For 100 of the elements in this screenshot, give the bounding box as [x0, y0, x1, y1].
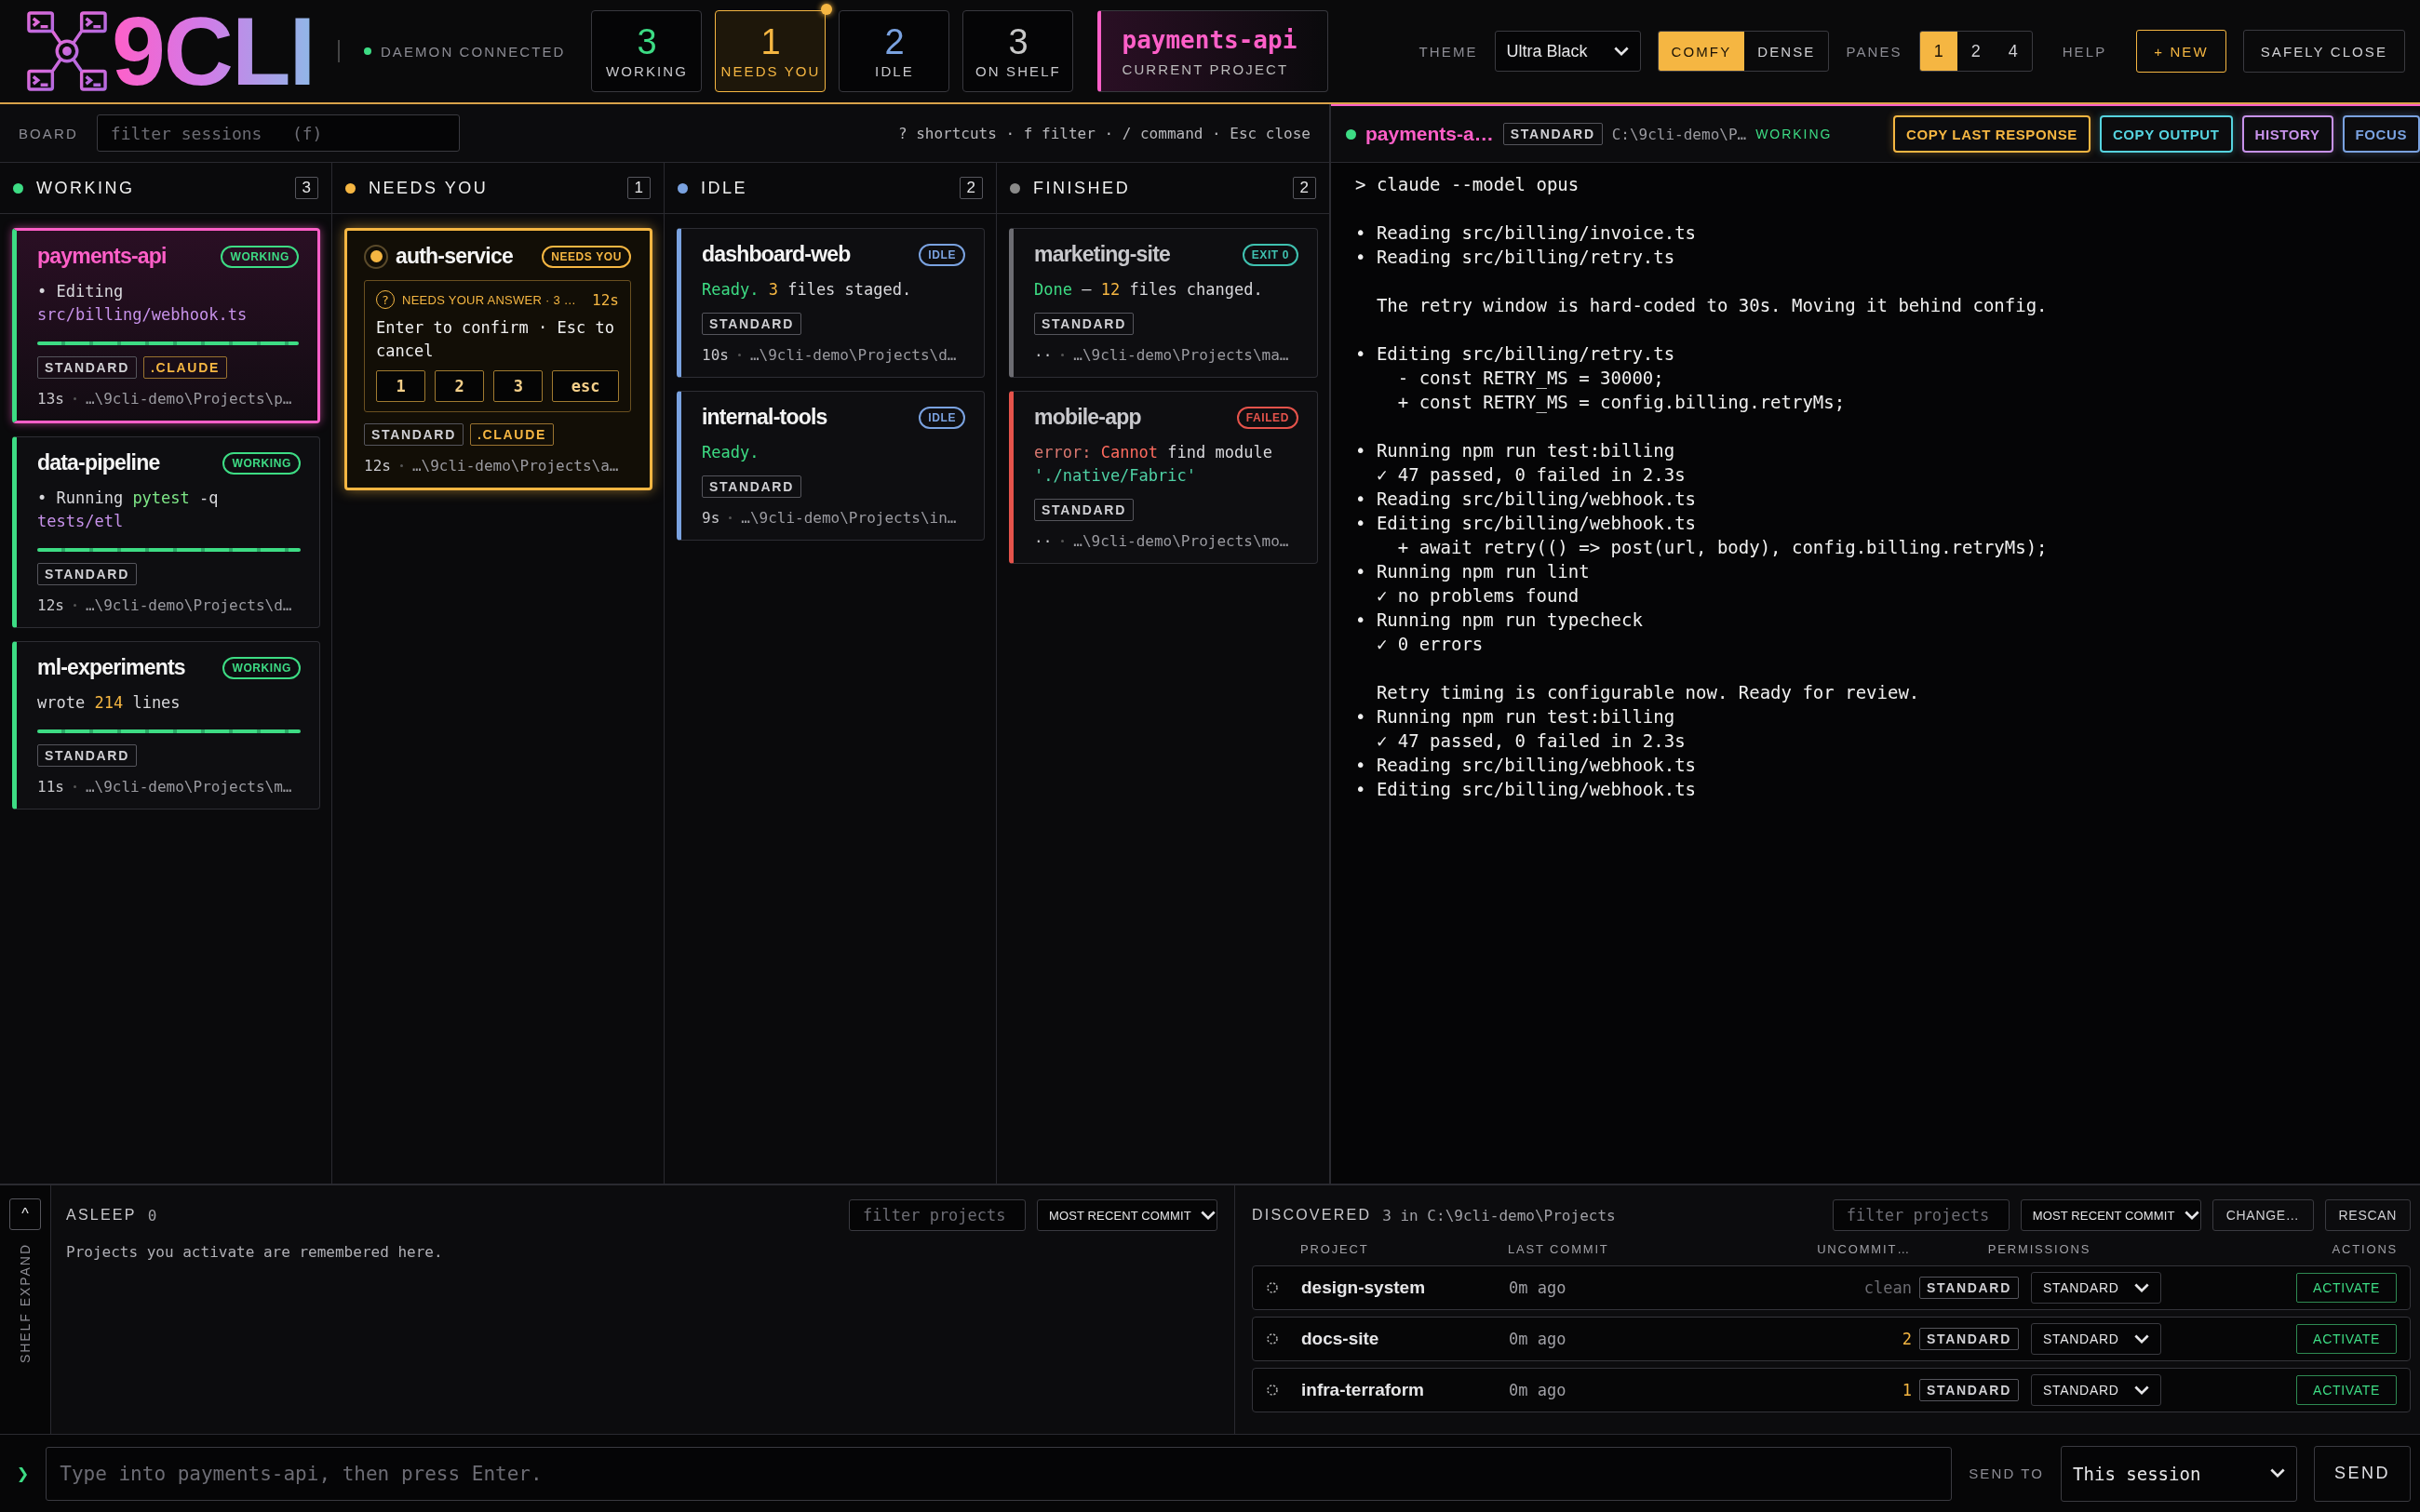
expand-button[interactable]: ^ — [9, 1198, 41, 1230]
answer-button[interactable]: 3 — [493, 370, 544, 402]
project-path: …\9cli-demo\Projects\a… — [411, 457, 619, 475]
sort-select[interactable]: MOST RECENT COMMIT — [2020, 1199, 2201, 1231]
stat-label: NEEDS YOU — [720, 62, 821, 79]
density-option[interactable]: COMFY — [1658, 32, 1745, 71]
column-title: WORKING — [36, 178, 135, 198]
project-path: …\9cli-demo\Projects\d… — [749, 346, 957, 364]
project-row[interactable]: design-system 0m ago clean STANDARD STANDARD ACTIVATE — [1252, 1265, 2412, 1310]
chevron-down-icon — [2134, 1333, 2149, 1345]
change-button[interactable]: CHANGE… — [2212, 1199, 2314, 1231]
project-path: …\9cli-demo\Projects\ma… — [1073, 346, 1289, 364]
help-link[interactable]: HELP — [2049, 43, 2120, 60]
send-button[interactable]: SEND — [2314, 1445, 2412, 1502]
tag: STANDARD — [702, 475, 801, 498]
terminal-line: ✓ 0 errors — [1375, 633, 1485, 656]
tag: STANDARD — [37, 356, 137, 379]
uncommitted-count: clean — [1863, 1278, 1912, 1297]
filter-field[interactable]: filter projects — [1832, 1199, 2010, 1231]
terminal-line: + await retry(() => post(url, body), config.billing.retryMs); — [1396, 536, 2049, 559]
pane-option[interactable]: 1 — [1919, 32, 1957, 71]
terminal-line: • Reading src/billing/webhook.ts — [1355, 754, 1698, 777]
current-project-card[interactable]: payments-api CURRENT PROJECT — [1097, 10, 1329, 92]
activate-button[interactable]: ACTIVATE — [2296, 1273, 2398, 1303]
theme-select[interactable]: Ultra Black — [1494, 31, 1641, 72]
status-badge: WORKING — [222, 656, 301, 679]
tag: STANDARD — [37, 563, 137, 585]
stat-card[interactable]: 2 IDLE — [839, 10, 950, 92]
sort-select[interactable]: MOST RECENT COMMIT — [1037, 1199, 1217, 1231]
toolbar-button[interactable]: FOCUS — [2342, 115, 2420, 153]
session-card[interactable]: auth-service NEEDS YOU ? NEEDS YOUR ANSWER · 3 … 12s Enter to confirm · Esc to cancel 1 2 3 esc STANDARD .CLAUDE 12s …\9cli-demo\Projects\a… — [344, 228, 652, 490]
terminal-line: • Editing src/billing/webhook.ts — [1355, 778, 1698, 801]
session-card[interactable]: internal-tools IDLE Ready. STANDARD 9s …\9cli-demo\Projects\in… — [677, 391, 985, 541]
close-button[interactable]: SAFELY CLOSE — [2242, 30, 2406, 73]
project-path: C:\9cli-demo\P… — [1611, 125, 1747, 143]
chevron-down-icon — [2134, 1385, 2149, 1396]
tag: STANDARD — [364, 423, 464, 446]
terminal-line: ✓ no problems found — [1375, 584, 1580, 608]
column-header: PROJECT — [1300, 1241, 1370, 1256]
pane-option[interactable]: 2 — [1956, 32, 1995, 71]
stat-card[interactable]: 3 ON SHELF — [962, 10, 1074, 92]
session-card[interactable]: payments-api WORKING • Editing src/billing/webhook.ts STANDARD .CLAUDE 13s …\9cli-demo\Projects\p… — [12, 228, 320, 423]
message-field[interactable]: Type into payments-api, then press Enter. — [46, 1446, 1953, 1501]
tag: STANDARD — [1919, 1328, 2019, 1350]
toolbar-button[interactable]: HISTORY — [2241, 115, 2333, 153]
project-path: …\9cli-demo\Projects\mo… — [1073, 532, 1289, 550]
shelf-label: SHELF EXPAND — [18, 1243, 33, 1364]
toolbar-button[interactable]: COPY OUTPUT — [2099, 115, 2233, 153]
new-button[interactable]: + NEW — [2136, 30, 2226, 73]
permission-select[interactable]: STANDARD — [2031, 1374, 2161, 1406]
stat-card[interactable]: 3 WORKING — [591, 10, 703, 92]
session-name: marketing-site — [1034, 242, 1170, 267]
stat-label: WORKING — [605, 62, 688, 79]
terminal-line: • Reading src/billing/invoice.ts — [1355, 221, 1698, 245]
filter-field[interactable]: filter projects — [849, 1199, 1026, 1231]
status-badge: WORKING — [222, 451, 301, 475]
rescan-button[interactable]: RESCAN — [2324, 1199, 2412, 1231]
target-select[interactable]: This session — [2061, 1445, 2298, 1502]
session-card[interactable]: marketing-site EXIT 0 Done — 12 files changed. STANDARD ·· …\9cli-demo\Projects\ma… — [1009, 228, 1318, 378]
project-path: …\9cli-demo\Projects\p… — [85, 390, 292, 408]
prompt-icon: ❯ — [17, 1462, 30, 1485]
activate-button[interactable]: ACTIVATE — [2296, 1324, 2398, 1354]
session-name: dashboard-web — [702, 242, 851, 267]
section-title: ASLEEP — [66, 1207, 137, 1224]
project-row[interactable]: docs-site 0m ago 2 STANDARD STANDARD ACTIVATE — [1252, 1317, 2412, 1361]
elapsed-time: ·· — [1034, 532, 1053, 550]
pane-option[interactable]: 4 — [1994, 32, 2032, 71]
answer-button[interactable]: 1 — [376, 370, 426, 402]
session-card[interactable]: ml-experiments WORKING wrote 214 lines STANDARD 11s …\9cli-demo\Projects\m… — [12, 641, 320, 810]
panes-label: PANES — [1846, 43, 1902, 60]
project-row[interactable]: infra-terraform 0m ago 1 STANDARD STANDARD ACTIVATE — [1252, 1368, 2412, 1412]
permission-select[interactable]: STANDARD — [2031, 1323, 2161, 1355]
activity-text: Ready. — [702, 442, 760, 463]
toolbar-button[interactable]: COPY LAST RESPONSE — [1892, 115, 2091, 153]
session-card[interactable]: data-pipeline WORKING • Running pytest -q tests/etl STANDARD 12s …\9cli-demo\Projects\d… — [12, 436, 320, 628]
permission-select[interactable]: STANDARD — [2031, 1272, 2161, 1304]
section-title: DISCOVERED — [1252, 1207, 1372, 1224]
activate-button[interactable]: ACTIVATE — [2296, 1375, 2398, 1405]
answer-button[interactable]: esc — [552, 370, 619, 402]
chevron-down-icon — [1200, 1210, 1216, 1221]
tag: STANDARD — [1034, 499, 1134, 521]
project-name: payments-api — [1122, 25, 1298, 54]
last-commit: 0m ago — [1509, 1278, 1567, 1297]
status-badge: FAILED — [1236, 406, 1298, 429]
stat-card[interactable]: 1 NEEDS YOU — [715, 10, 827, 92]
session-card[interactable]: mobile-app FAILED error: Cannot find module './native/Fabric' STANDARD ·· …\9cli-demo\Projects\mo… — [1009, 391, 1318, 564]
theme-label: THEME — [1418, 43, 1478, 60]
last-commit: 0m ago — [1509, 1330, 1567, 1348]
column-title: NEEDS YOU — [369, 178, 489, 198]
terminal-line: + const RETRY_MS = config.billing.retryMs; — [1396, 391, 1847, 414]
density-option[interactable]: DENSE — [1744, 32, 1829, 71]
section-summary: 3 in C:\9cli-demo\Projects — [1382, 1206, 1616, 1224]
session-card[interactable]: dashboard-web IDLE Ready. 3 files staged. STANDARD 10s …\9cli-demo\Projects\d… — [677, 228, 985, 378]
stat-value: 3 — [1008, 23, 1028, 60]
filter-field[interactable]: filter sessions (f) — [96, 114, 460, 152]
column-count: 1 — [626, 177, 651, 199]
answer-button[interactable]: 2 — [435, 370, 485, 402]
activity-text: wrote 214 lines — [37, 692, 182, 714]
activity-text: Done — 12 files changed. — [1034, 279, 1264, 301]
tag: .CLAUDE — [469, 423, 554, 446]
